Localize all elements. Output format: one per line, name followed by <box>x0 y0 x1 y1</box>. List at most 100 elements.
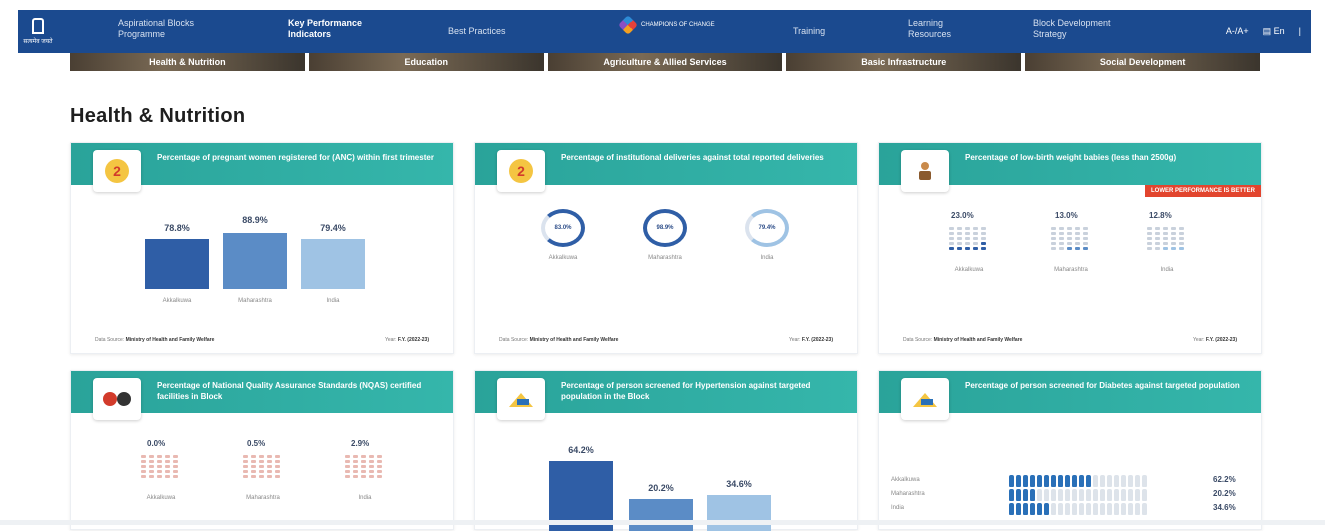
language-selector[interactable]: ▤ En <box>1263 26 1285 37</box>
dot <box>173 470 178 473</box>
dot <box>361 475 366 478</box>
dot-grid-akkalkuwa <box>141 455 178 478</box>
nav-item-best-practices[interactable]: Best Practices <box>448 26 506 37</box>
kpi-card-low-birth-weight[interactable]: Percentage of low-birth weight babies (l… <box>878 142 1262 354</box>
nav-item-kpi[interactable]: Key Performance Indicators <box>288 18 388 40</box>
dot <box>149 460 154 463</box>
people-row-akkalkuwa <box>1009 475 1147 487</box>
year: Year: F.Y. (2022-23) <box>789 337 833 343</box>
tab-health-nutrition[interactable]: Health & Nutrition <box>70 53 305 71</box>
dot <box>981 242 986 245</box>
dot <box>275 475 280 478</box>
person-icon <box>1058 475 1063 487</box>
dot <box>949 237 954 240</box>
card-footer: Data Source: Ministry of Health and Fami… <box>903 337 1237 343</box>
kpi-card-hypertension[interactable]: Percentage of person screened for Hypert… <box>474 370 858 531</box>
dot-value: 0.5% <box>247 439 266 448</box>
row-label: Akkalkuwa <box>891 477 920 483</box>
dot <box>361 455 366 458</box>
dot <box>353 455 358 458</box>
dot <box>1059 242 1064 245</box>
text-size-toggle[interactable]: A-/A+ <box>1226 26 1249 37</box>
kpi-card-anc[interactable]: 2 Percentage of pregnant women registere… <box>70 142 454 354</box>
dot <box>1083 227 1088 230</box>
person-icon <box>1072 475 1077 487</box>
row-label: India <box>891 505 905 511</box>
dot <box>949 227 954 230</box>
dot <box>1051 247 1056 250</box>
dot-label: India <box>1160 267 1174 273</box>
dot <box>353 465 358 468</box>
svg-text:2: 2 <box>113 163 121 179</box>
bar-maharashtra <box>223 233 287 289</box>
person-icon <box>1121 503 1126 515</box>
dot <box>259 455 264 458</box>
tab-education[interactable]: Education <box>308 53 544 71</box>
people-row-maharashtra <box>1009 489 1147 501</box>
person-icon <box>1016 503 1021 515</box>
card-header: Percentage of person screened for Hypert… <box>475 371 857 420</box>
person-icon <box>1023 503 1028 515</box>
dot <box>1051 242 1056 245</box>
dot <box>149 470 154 473</box>
kpi-card-diabetes[interactable]: Percentage of person screened for Diabet… <box>878 370 1262 530</box>
top-nav: सत्यमेव जयते Aspirational Blocks Program… <box>18 10 1311 53</box>
people-row-india <box>1009 503 1147 515</box>
card-footer: Data Source: Ministry of Health and Fami… <box>95 337 429 343</box>
card-title: Percentage of low-birth weight babies (l… <box>965 153 1177 162</box>
tab-basic-infrastructure[interactable]: Basic Infrastructure <box>786 53 1022 71</box>
dot <box>1147 232 1152 235</box>
person-icon <box>1142 503 1147 515</box>
dot <box>345 475 350 478</box>
dot <box>377 455 382 458</box>
dot <box>157 470 162 473</box>
tab-agriculture[interactable]: Agriculture & Allied Services <box>547 53 783 71</box>
dot <box>965 247 970 250</box>
card-header: Percentage of person screened for Diabet… <box>879 371 1261 420</box>
dot-grid-india <box>345 455 382 478</box>
dot <box>965 232 970 235</box>
kpi-card-nqas[interactable]: Percentage of National Quality Assurance… <box>70 370 454 530</box>
dot <box>251 455 256 458</box>
bar-maharashtra <box>629 499 693 531</box>
dot <box>1155 232 1160 235</box>
dot <box>1147 237 1152 240</box>
dot <box>1059 247 1064 250</box>
nav-utilities: A-/A+ ▤ En | <box>1226 26 1301 37</box>
nav-item-training[interactable]: Training <box>793 26 825 37</box>
dot-value: 23.0% <box>951 211 974 220</box>
card-header: 2 Percentage of pregnant women registere… <box>71 143 453 192</box>
year-value: F.Y. (2022-23) <box>1205 337 1237 343</box>
year-label: Year: <box>1192 337 1205 343</box>
data-source: Data Source: Ministry of Health and Fami… <box>499 337 618 343</box>
dot <box>377 470 382 473</box>
ring-akkalkuwa: 83.0% <box>541 209 585 247</box>
nav-item-learning-resources[interactable]: Learning Resources <box>908 18 968 40</box>
dot <box>243 470 248 473</box>
bar-label: Akkalkuwa <box>162 298 192 304</box>
person-icon <box>1009 489 1014 501</box>
dot <box>1075 232 1080 235</box>
person-icon <box>1114 503 1119 515</box>
tab-social-development[interactable]: Social Development <box>1025 53 1260 71</box>
data-source: Data Source: Ministry of Health and Fami… <box>903 337 1022 343</box>
dot <box>1083 247 1088 250</box>
nav-item-block-strategy[interactable]: Block Development Strategy <box>1033 18 1143 40</box>
dot <box>369 455 374 458</box>
dot <box>1163 247 1168 250</box>
person-icon <box>1044 475 1049 487</box>
national-emblem-icon[interactable]: सत्यमेव जयते <box>18 10 58 53</box>
person-icon <box>1135 475 1140 487</box>
dot <box>267 475 272 478</box>
dot <box>251 470 256 473</box>
nav-item-aspirational-blocks[interactable]: Aspirational Blocks Programme <box>118 18 228 40</box>
dot <box>1179 232 1184 235</box>
dot <box>949 232 954 235</box>
dot <box>377 475 382 478</box>
dot <box>267 460 272 463</box>
person-icon <box>1107 475 1112 487</box>
kpi-card-institutional-deliveries[interactable]: 2 Percentage of institutional deliveries… <box>474 142 858 354</box>
dot <box>973 227 978 230</box>
dot <box>157 455 162 458</box>
champions-of-change-logo[interactable]: CHAMPIONS OF CHANGE <box>618 15 715 35</box>
